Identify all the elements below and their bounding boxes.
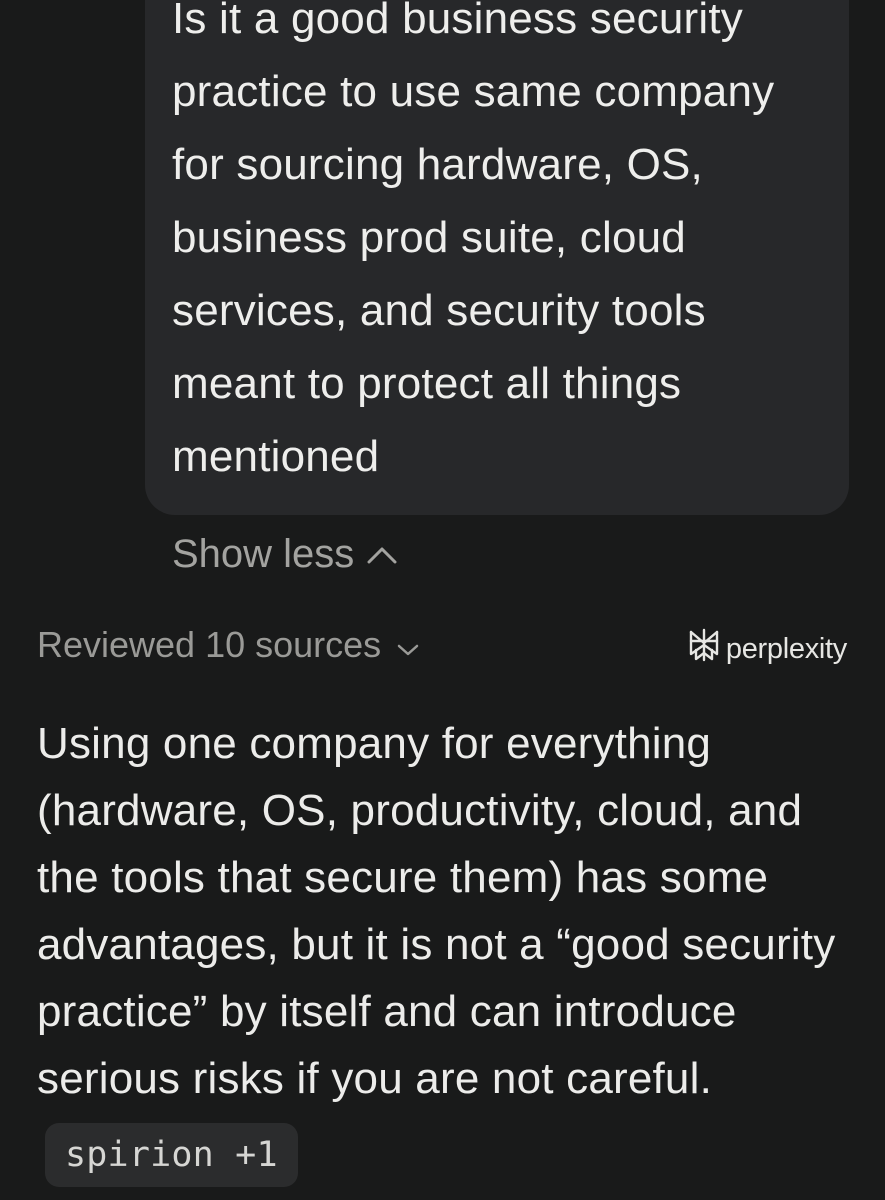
chevron-up-icon (366, 544, 398, 566)
citation-chip[interactable]: spirion +1 (45, 1123, 298, 1187)
chevron-down-icon (397, 624, 419, 666)
query-text: Is it a good business security practice … (172, 0, 775, 481)
show-less-label: Show less (172, 532, 355, 576)
answer-text: Using one company for everything (hardwa… (37, 719, 836, 1103)
show-less-button[interactable]: Show less (172, 532, 398, 577)
perplexity-brand: perplexity (688, 628, 847, 670)
perplexity-wordmark: perplexity (725, 632, 847, 665)
answer-paragraph: Using one company for everything (hardwa… (37, 710, 857, 1187)
reviewed-sources-label: Reviewed 10 sources (37, 624, 382, 665)
reviewed-sources-toggle[interactable]: Reviewed 10 sources (37, 624, 419, 666)
perplexity-logo-icon (688, 628, 720, 670)
